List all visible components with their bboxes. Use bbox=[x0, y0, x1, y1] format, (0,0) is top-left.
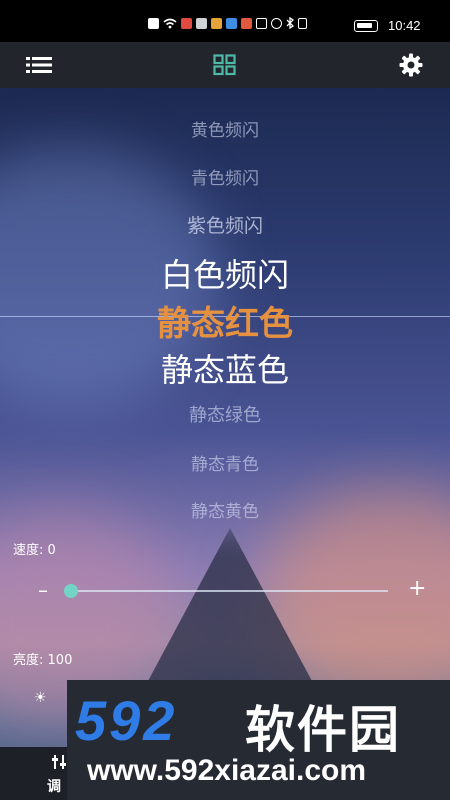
notification-icon bbox=[148, 17, 159, 29]
vibrate-icon bbox=[298, 17, 307, 29]
brightness-label: 亮度: 100 bbox=[13, 649, 72, 668]
status-icons bbox=[148, 17, 307, 29]
app-icon bbox=[226, 17, 237, 29]
speed-label: 速度: 0 bbox=[13, 539, 56, 558]
sun-icon: ☀ bbox=[34, 690, 47, 706]
watermark-url: www.592xiazai.com bbox=[87, 754, 367, 787]
app-icon bbox=[181, 17, 192, 29]
speed-increase-button[interactable]: + bbox=[408, 576, 426, 601]
picker-item[interactable]: 黄色频闪 bbox=[0, 116, 450, 141]
tab-label-adjust[interactable]: 调 bbox=[47, 776, 61, 796]
watermark-banner: 592 软件园 www.592xiazai.com bbox=[67, 680, 450, 800]
speed-label-text: 速度: bbox=[13, 543, 44, 558]
picker-item[interactable]: 青色频闪 bbox=[0, 164, 450, 189]
picker-item-selected[interactable]: 静态红色 bbox=[0, 296, 450, 345]
speed-decrease-button[interactable]: – bbox=[38, 578, 48, 602]
bluetooth-icon bbox=[286, 17, 294, 29]
list-icon[interactable] bbox=[26, 54, 52, 76]
sliders-icon[interactable] bbox=[52, 754, 68, 770]
picker-item[interactable]: 静态蓝色 bbox=[0, 345, 450, 391]
wifi-icon bbox=[163, 18, 177, 28]
gear-icon[interactable] bbox=[398, 53, 424, 77]
speed-slider-thumb[interactable] bbox=[64, 584, 78, 598]
status-bar: 10:42 bbox=[0, 0, 450, 42]
watermark-name: 软件园 bbox=[245, 701, 401, 759]
speed-slider-track[interactable] bbox=[70, 590, 388, 592]
alarm-icon bbox=[271, 17, 282, 29]
app-icon bbox=[241, 17, 252, 29]
watermark-logo: 592 bbox=[75, 689, 178, 752]
brightness-label-text: 亮度: bbox=[13, 653, 44, 668]
picker-item[interactable]: 白色频闪 bbox=[0, 250, 450, 296]
brightness-value: 100 bbox=[47, 653, 73, 668]
app-icon bbox=[211, 17, 222, 29]
picker-item[interactable]: 紫色频闪 bbox=[0, 211, 450, 238]
picker-item[interactable]: 静态绿色 bbox=[0, 401, 450, 427]
bottom-tab-bar: 调 bbox=[0, 747, 68, 800]
top-toolbar bbox=[0, 42, 450, 88]
speed-value: 0 bbox=[47, 543, 56, 558]
picker-item[interactable]: 静态黄色 bbox=[0, 497, 450, 522]
grid-icon[interactable] bbox=[212, 54, 238, 76]
app-icon bbox=[196, 17, 207, 29]
nfc-icon bbox=[256, 17, 267, 29]
picker-item[interactable]: 静态青色 bbox=[0, 450, 450, 475]
battery-icon bbox=[354, 20, 378, 32]
status-time: 10:42 bbox=[388, 18, 421, 33]
